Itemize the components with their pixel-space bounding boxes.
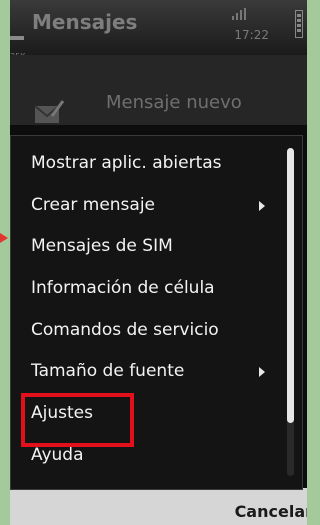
- cancel-button[interactable]: Cancelar: [235, 502, 307, 521]
- menu-item-comandos-servicio[interactable]: Comandos de servicio: [11, 311, 281, 351]
- chevron-right-icon: [259, 367, 265, 377]
- menu-item-crear-mensaje[interactable]: Crear mensaje: [11, 186, 281, 226]
- menu-item-label: Mensajes de SIM: [31, 236, 173, 256]
- envelope-edit-icon: [34, 100, 64, 123]
- highlight-annotation: [21, 393, 134, 447]
- menu-item-label: Tamaño de fuente: [31, 361, 185, 381]
- menu-item-tamano-fuente[interactable]: Tamaño de fuente: [11, 352, 281, 392]
- battery-icon: [295, 10, 303, 38]
- new-message-label: Mensaje nuevo: [106, 92, 242, 113]
- status-bar: Mensajes 17:22 35K: [10, 0, 307, 61]
- menu-item-informacion-celula[interactable]: Información de célula: [11, 269, 281, 309]
- scroll-thumb[interactable]: [287, 148, 294, 423]
- indicator-marker: [10, 36, 24, 40]
- signal-icon: [232, 8, 246, 20]
- pointer-arrow-icon: [0, 233, 8, 243]
- menu-item-label: Crear mensaje: [31, 195, 156, 215]
- softkey-bar: Cancelar: [10, 488, 307, 525]
- menu-item-label: Ayuda: [31, 445, 84, 465]
- menu-item-label: Mostrar aplic. abiertas: [31, 153, 222, 173]
- menu-item-label: Información de célula: [31, 278, 215, 298]
- chevron-right-icon: [259, 201, 265, 211]
- menu-scrollbar[interactable]: [287, 148, 294, 476]
- clock: 17:22: [234, 28, 269, 42]
- app-title: Mensajes: [32, 10, 138, 34]
- menu-item-mensajes-sim[interactable]: Mensajes de SIM: [11, 227, 281, 267]
- menu-item-label: Comandos de servicio: [31, 320, 219, 340]
- menu-item-mostrar-aplic[interactable]: Mostrar aplic. abiertas: [11, 144, 281, 184]
